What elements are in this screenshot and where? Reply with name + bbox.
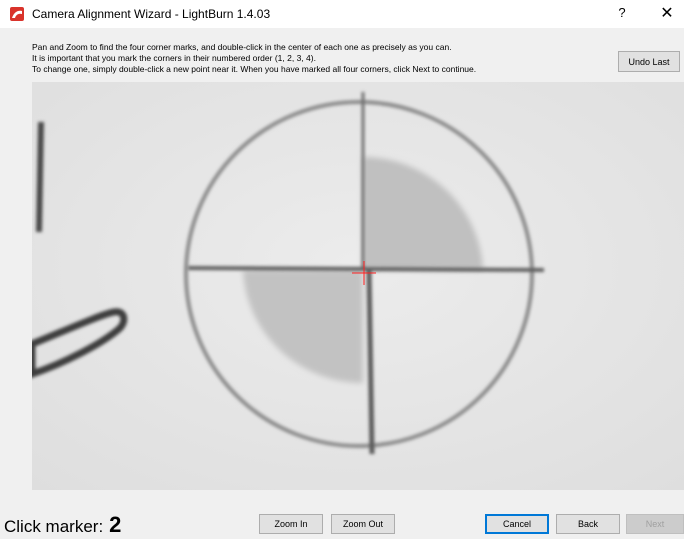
click-marker-status: Click marker: 2 [4,512,121,538]
back-button[interactable]: Back [556,514,620,534]
help-icon[interactable]: ? [612,5,632,20]
instruction-line-1: Pan and Zoom to find the four corner mar… [32,42,452,52]
instruction-line-2: It is important that you mark the corner… [32,53,316,63]
click-marker-number: 2 [109,512,122,537]
zoom-in-button[interactable]: Zoom In [259,514,323,534]
close-icon[interactable]: ✕ [656,3,678,23]
title-bar[interactable]: Camera Alignment Wizard - LightBurn 1.4.… [0,0,684,28]
instruction-line-3: To change one, simply double-click a new… [32,64,477,74]
camera-image[interactable] [32,82,684,490]
click-marker-label: Click marker: [4,517,104,536]
window-title: Camera Alignment Wizard - LightBurn 1.4.… [32,7,271,21]
wizard-dialog: Pan and Zoom to find the four corner mar… [0,28,684,539]
camera-view[interactable] [32,82,684,490]
undo-last-button[interactable]: Undo Last [618,51,680,72]
cancel-button[interactable]: Cancel [485,514,549,534]
lightburn-app-icon [10,7,24,21]
instructions: Pan and Zoom to find the four corner mar… [32,42,592,75]
next-button[interactable]: Next [626,514,684,534]
zoom-out-button[interactable]: Zoom Out [331,514,395,534]
